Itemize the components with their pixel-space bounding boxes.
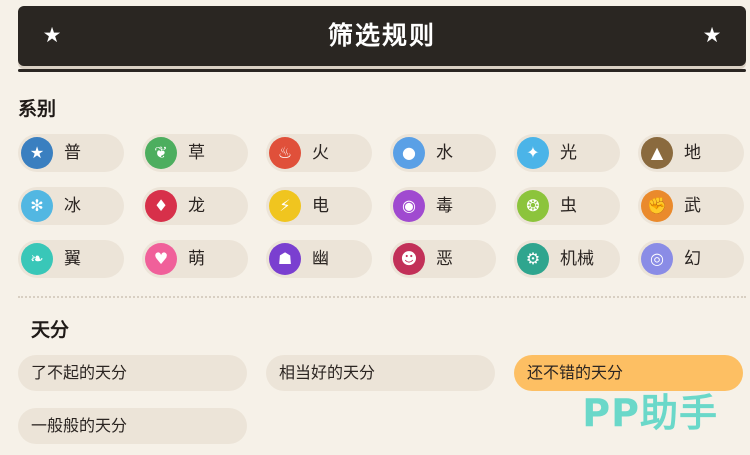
type-filter-label: 光 xyxy=(560,143,577,163)
type-filter-poison[interactable]: ◉ 毒 xyxy=(390,187,496,225)
star-icon: ★ xyxy=(702,23,722,47)
light-icon: ✦ xyxy=(517,137,549,169)
filter-header: ★ 筛选规则 ★ xyxy=(18,6,746,66)
dragon-icon: ♦ xyxy=(145,190,177,222)
type-filter-label: 水 xyxy=(436,143,453,163)
evil-icon: ☻ xyxy=(393,243,425,275)
type-filter-electric[interactable]: ⚡ 电 xyxy=(266,187,372,225)
illusion-icon: ◎ xyxy=(641,243,673,275)
type-filter-label: 草 xyxy=(188,143,205,163)
header-underline xyxy=(18,69,746,72)
fighting-icon: ✊ xyxy=(641,190,673,222)
type-filter-wing[interactable]: ❧ 翼 xyxy=(18,240,124,278)
type-filter-ice[interactable]: ✻ 冰 xyxy=(18,187,124,225)
type-filter-label: 电 xyxy=(312,196,329,216)
cute-icon: ♥ xyxy=(145,243,177,275)
watermark-logo: PP助手 xyxy=(582,391,718,435)
type-filter-fire[interactable]: ♨ 火 xyxy=(266,134,372,172)
wing-icon: ❧ xyxy=(21,243,53,275)
talent-section-title: 天分 xyxy=(31,319,70,341)
type-filter-illusion[interactable]: ◎ 幻 xyxy=(638,240,744,278)
normal-icon: ★ xyxy=(21,137,53,169)
type-filter-label: 龙 xyxy=(188,196,205,216)
electric-icon: ⚡ xyxy=(269,190,301,222)
section-divider xyxy=(18,296,746,298)
type-filter-label: 幻 xyxy=(684,249,701,269)
poison-icon: ◉ xyxy=(393,190,425,222)
talent-filter-option[interactable]: 了不起的天分 xyxy=(18,355,247,391)
type-filter-light[interactable]: ✦ 光 xyxy=(514,134,620,172)
type-filter-label: 毒 xyxy=(436,196,453,216)
ground-icon: ▲ xyxy=(641,137,673,169)
type-filter-label: 翼 xyxy=(64,249,81,269)
grass-icon: ❦ xyxy=(145,137,177,169)
type-filter-normal[interactable]: ★ 普 xyxy=(18,134,124,172)
type-filter-evil[interactable]: ☻ 恶 xyxy=(390,240,496,278)
type-filter-label: 地 xyxy=(684,143,701,163)
type-filter-mechanical[interactable]: ⚙ 机械 xyxy=(514,240,620,278)
type-filter-label: 普 xyxy=(64,143,81,163)
page-title: 筛选规则 xyxy=(327,21,436,50)
type-filter-ghost[interactable]: ☗ 幽 xyxy=(266,240,372,278)
mechanical-icon: ⚙ xyxy=(517,243,549,275)
type-filter-label: 恶 xyxy=(436,249,453,269)
ghost-icon: ☗ xyxy=(269,243,301,275)
types-section-title: 系别 xyxy=(18,98,57,120)
talent-filter-option[interactable]: 一般般的天分 xyxy=(18,408,247,444)
ice-icon: ✻ xyxy=(21,190,53,222)
type-filter-label: 火 xyxy=(312,143,329,163)
type-filter-label: 武 xyxy=(684,196,701,216)
type-filter-water[interactable]: ● 水 xyxy=(390,134,496,172)
type-filter-dragon[interactable]: ♦ 龙 xyxy=(142,187,248,225)
type-filter-grass[interactable]: ❦ 草 xyxy=(142,134,248,172)
bug-icon: ❂ xyxy=(517,190,549,222)
type-filter-label: 机械 xyxy=(560,249,594,269)
type-filter-label: 冰 xyxy=(64,196,81,216)
type-filter-label: 幽 xyxy=(312,249,329,269)
type-filter-ground[interactable]: ▲ 地 xyxy=(638,134,744,172)
fire-icon: ♨ xyxy=(269,137,301,169)
type-filter-cute[interactable]: ♥ 萌 xyxy=(142,240,248,278)
type-filter-label: 虫 xyxy=(560,196,577,216)
talent-filter-option[interactable]: 相当好的天分 xyxy=(266,355,495,391)
type-filter-fighting[interactable]: ✊ 武 xyxy=(638,187,744,225)
type-filter-label: 萌 xyxy=(188,249,205,269)
water-icon: ● xyxy=(393,137,425,169)
type-filter-bug[interactable]: ❂ 虫 xyxy=(514,187,620,225)
